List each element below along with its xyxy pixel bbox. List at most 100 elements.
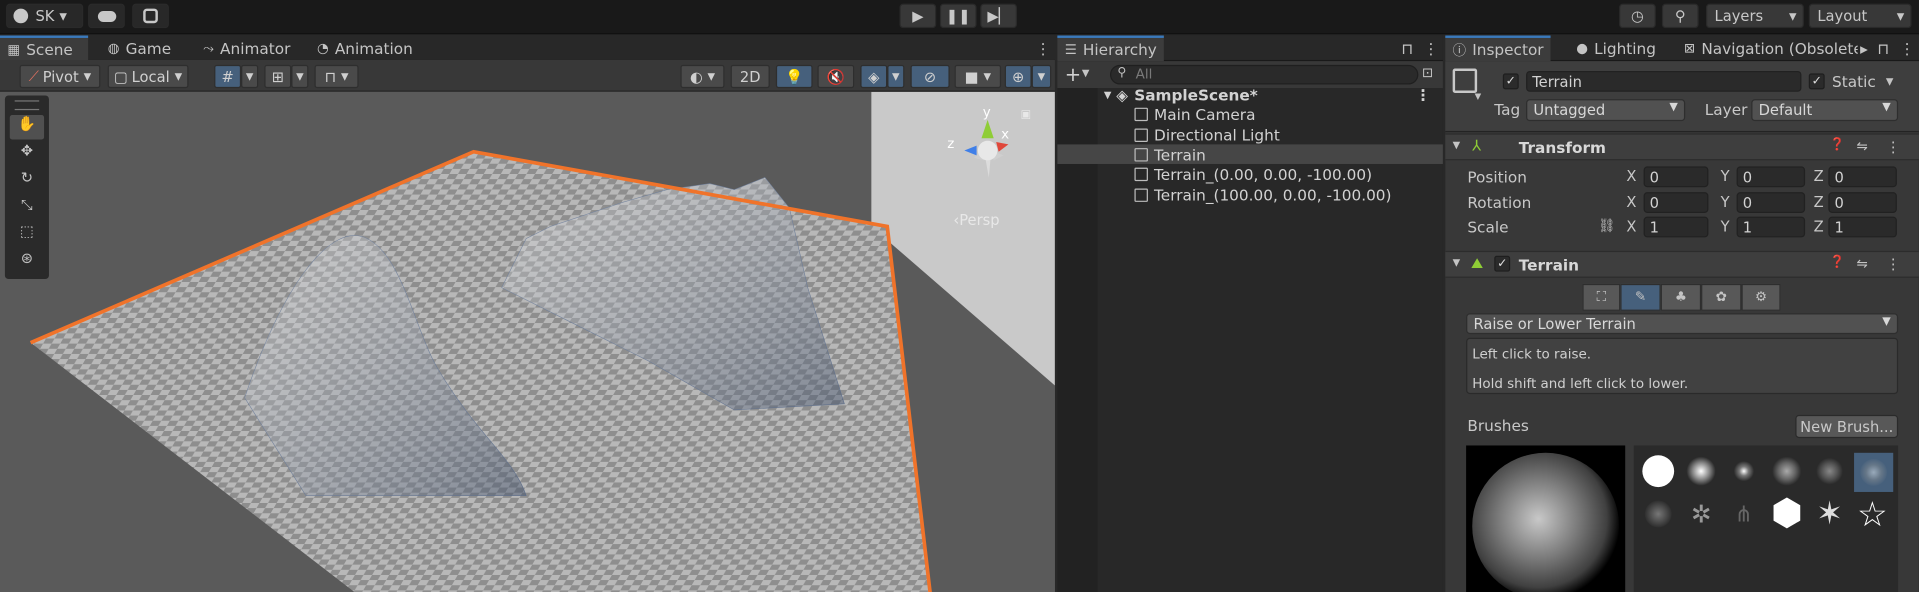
cloud-button[interactable] xyxy=(88,3,125,29)
terrain-paint-button[interactable]: ✎ xyxy=(1620,283,1661,311)
help-icon[interactable]: ❓ xyxy=(1830,138,1845,151)
hierarchy-search-input[interactable]: ⚲ All xyxy=(1109,64,1419,85)
more-vertical-icon[interactable]: ⋮ xyxy=(1886,138,1901,155)
layer-dropdown[interactable]: Default ▼ xyxy=(1751,99,1899,122)
preset-icon[interactable]: ⇋ xyxy=(1857,256,1868,272)
static-dropdown-icon[interactable]: ▼ xyxy=(1886,76,1894,87)
object-name-field[interactable]: Terrain xyxy=(1526,70,1802,92)
hierarchy-item-main-camera[interactable]: Main Camera xyxy=(1057,104,1442,124)
help-icon[interactable]: ❓ xyxy=(1830,256,1845,269)
add-object-button[interactable]: + xyxy=(1065,62,1081,85)
hierarchy-item-terrain[interactable]: Terrain xyxy=(1057,144,1443,164)
search-filter-icon[interactable]: ⊡ xyxy=(1422,65,1433,81)
inspector-menu-button[interactable]: ⋮ xyxy=(1892,35,1919,61)
rect-tool-button[interactable]: ⬚ xyxy=(10,223,44,247)
layout-dropdown[interactable]: Layout ▼ xyxy=(1808,3,1912,29)
transform-header[interactable]: ▼ ⅄ Transform ❓ ⇋ ⋮ xyxy=(1445,133,1919,161)
new-brush-button[interactable]: New Brush... xyxy=(1795,414,1899,439)
terrain-component-header[interactable]: ▼ ⛰ ✓ Terrain ❓ ⇋ ⋮ xyxy=(1445,250,1919,278)
hierarchy-item-directional-light[interactable]: Directional Light xyxy=(1057,125,1442,145)
terrain-tool-dropdown[interactable]: Raise or Lower Terrain ▼ xyxy=(1466,313,1899,335)
audio-toggle[interactable]: 🔇 xyxy=(817,64,855,89)
visibility-toggle[interactable]: ⊘ xyxy=(910,64,950,89)
hierarchy-item-terrain-100-0-neg100[interactable]: Terrain_(100.00, 0.00, -100.00) xyxy=(1057,185,1442,205)
ruler-toggle[interactable]: ⊓ ▼ xyxy=(314,64,359,89)
brush-noise[interactable] xyxy=(1768,453,1805,490)
lighting-toggle[interactable]: 💡 xyxy=(775,64,813,89)
position-x-field[interactable]: 0 xyxy=(1643,166,1709,188)
grid-snap-dropdown[interactable]: ▼ xyxy=(241,64,259,89)
scale-x-field[interactable]: 1 xyxy=(1643,216,1709,238)
increment-snap-dropdown[interactable]: ▼ xyxy=(291,64,309,89)
search-button[interactable]: ⚲ xyxy=(1661,3,1699,29)
terrain-create-neighbor-button[interactable]: ⛶ xyxy=(1582,283,1621,311)
tab-game[interactable]: ◍ Game xyxy=(100,35,178,61)
tab-scene[interactable]: ▦ Scene xyxy=(0,35,89,62)
terrain-enabled-checkbox[interactable]: ✓ xyxy=(1494,255,1511,272)
brush-hard-circle[interactable] xyxy=(1640,453,1677,490)
camera-dropdown[interactable]: ■ ▼ xyxy=(954,64,1002,89)
tag-dropdown[interactable]: Untagged ▼ xyxy=(1526,99,1686,122)
hierarchy-menu-button[interactable]: ⋮ xyxy=(1416,35,1446,61)
brush-star-soft[interactable]: ✶ xyxy=(1811,496,1848,533)
lock-icon[interactable]: ▣ xyxy=(1021,109,1031,121)
more-vertical-icon[interactable]: ⋮ xyxy=(1415,85,1430,103)
step-button[interactable]: ▶▏ xyxy=(980,3,1017,29)
brush-selected-pattern[interactable] xyxy=(1854,452,1894,492)
scale-y-field[interactable]: 1 xyxy=(1736,216,1806,238)
tab-animator[interactable]: ⤳ Animator xyxy=(196,35,298,61)
scene-viewport[interactable]: ✋ ✥ ↻ ⤡ ⬚ ⊛ y x z ▣ ‹Persp xyxy=(0,91,1055,592)
effects-dropdown[interactable]: ▼ xyxy=(887,64,905,89)
hand-tool-button[interactable]: ✋ xyxy=(9,115,45,140)
rotation-x-field[interactable]: 0 xyxy=(1643,192,1709,213)
terrain-trees-button[interactable]: ♣ xyxy=(1660,283,1702,311)
tab-animation[interactable]: ◔ Animation xyxy=(310,35,421,61)
shading-mode-dropdown[interactable]: ◐ ▼ xyxy=(680,64,725,89)
transform-tool-button[interactable]: ⊛ xyxy=(10,250,44,274)
account-dropdown[interactable]: SK ▼ xyxy=(6,3,84,29)
tab-navigation[interactable]: ⊠ Navigation (Obsolete xyxy=(1677,35,1858,61)
constrain-link-icon[interactable]: ⛓ xyxy=(1598,218,1615,234)
gizmos-toggle[interactable]: ⊕ xyxy=(1004,64,1032,89)
scene-root-row[interactable]: ▼ ◈ SampleScene* ⋮ xyxy=(1057,84,1442,104)
position-z-field[interactable]: 0 xyxy=(1828,166,1897,188)
brush-streaks[interactable]: ⋔ xyxy=(1726,496,1763,533)
orientation-gizmo[interactable]: y x z xyxy=(945,102,1031,200)
chevron-down-icon[interactable]: ▼ xyxy=(1082,67,1090,78)
brush-splat[interactable]: ✲ xyxy=(1683,496,1720,533)
tab-lighting[interactable]: ● Lighting xyxy=(1569,35,1663,61)
scale-tool-button[interactable]: ⤡ xyxy=(10,196,44,220)
scale-z-field[interactable]: 1 xyxy=(1828,216,1897,238)
terrain-settings-button[interactable]: ⚙ xyxy=(1741,283,1781,311)
terrain-details-button[interactable]: ✿ xyxy=(1701,283,1742,311)
local-dropdown[interactable]: ▢ Local ▼ xyxy=(107,64,189,89)
brush-noise-small[interactable] xyxy=(1811,453,1848,490)
grid-snap-toggle[interactable]: # xyxy=(214,64,242,89)
increment-snap-toggle[interactable]: ⊞ xyxy=(264,64,292,89)
pause-button[interactable]: ❚❚ xyxy=(939,3,977,29)
move-tool-button[interactable]: ✥ xyxy=(10,142,44,166)
more-vertical-icon[interactable]: ⋮ xyxy=(1886,256,1901,273)
position-y-field[interactable]: 0 xyxy=(1736,166,1806,188)
brush-soft-circle[interactable] xyxy=(1683,453,1720,490)
scene-menu-button[interactable]: ⋮ xyxy=(1028,35,1058,61)
hierarchy-item-terrain-0-0-neg100[interactable]: Terrain_(0.00, 0.00, -100.00) xyxy=(1057,164,1442,184)
tab-inspector[interactable]: ⓘ Inspector xyxy=(1445,35,1551,62)
brush-scatter[interactable] xyxy=(1640,496,1677,533)
layers-dropdown[interactable]: Layers ▼ xyxy=(1705,3,1804,29)
preset-icon[interactable]: ⇋ xyxy=(1857,138,1868,154)
rotate-tool-button[interactable]: ↻ xyxy=(10,169,44,193)
chevron-down-icon[interactable]: ▼ xyxy=(1475,92,1482,102)
tab-hierarchy[interactable]: ☰ Hierarchy xyxy=(1057,35,1165,62)
rotation-y-field[interactable]: 0 xyxy=(1736,192,1806,213)
brush-hexagon[interactable]: ⬢ xyxy=(1768,495,1805,533)
2d-toggle[interactable]: 2D xyxy=(730,64,770,89)
persp-label[interactable]: ‹Persp xyxy=(953,212,999,229)
brush-small-soft[interactable] xyxy=(1726,453,1763,490)
static-checkbox[interactable]: ✓ xyxy=(1808,73,1825,90)
rotation-z-field[interactable]: 0 xyxy=(1828,192,1897,213)
history-button[interactable]: ◷ xyxy=(1619,3,1656,29)
active-checkbox[interactable]: ✓ xyxy=(1502,73,1519,90)
effects-toggle[interactable]: ◈ xyxy=(860,64,888,89)
pivot-dropdown[interactable]: ⟋ Pivot ▼ xyxy=(19,64,101,89)
